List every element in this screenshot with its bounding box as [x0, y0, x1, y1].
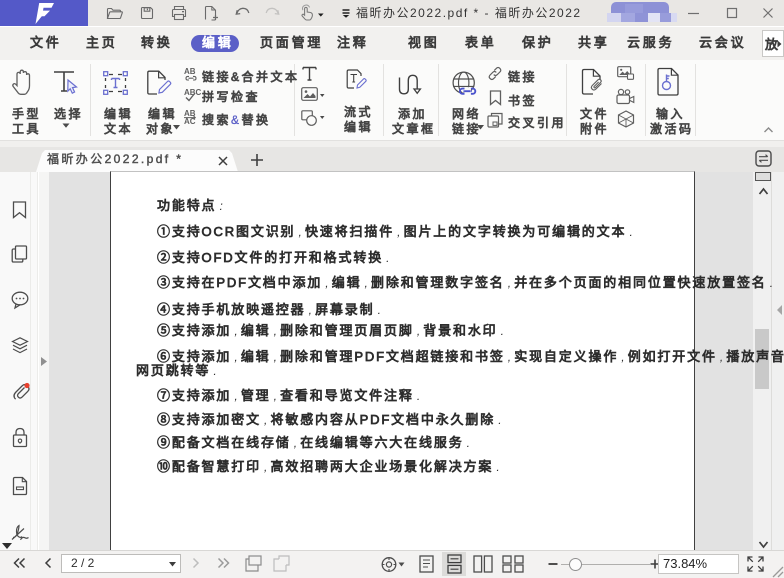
svg-text:AB: AB: [184, 67, 196, 76]
